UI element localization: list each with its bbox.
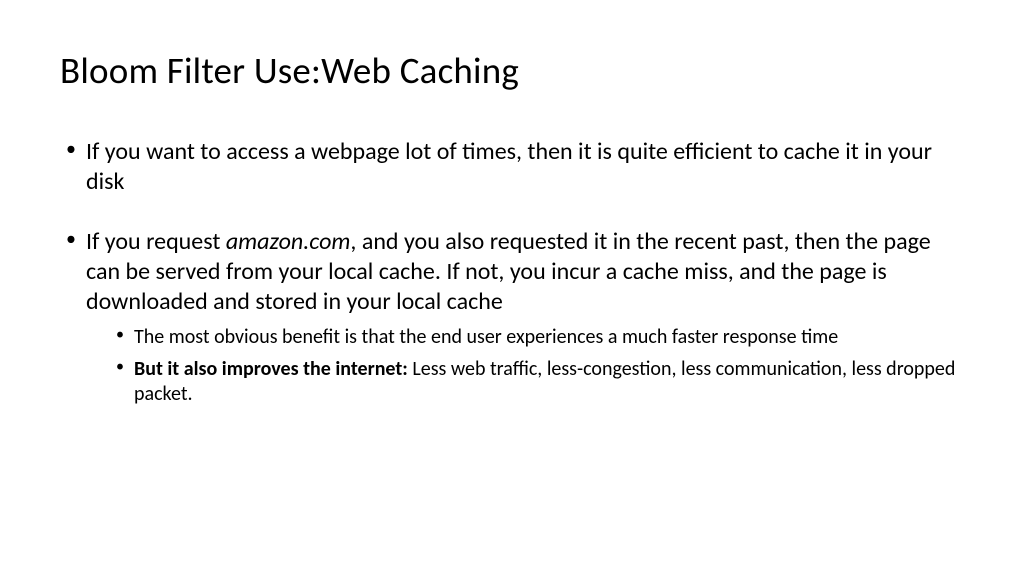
list-item: If you want to access a webpage lot of t… bbox=[60, 137, 964, 197]
bullet-text-pre: If you request bbox=[86, 227, 226, 256]
sub-bullet-list: The most obvious benefit is that the end… bbox=[86, 325, 964, 408]
bullet-list: If you want to access a webpage lot of t… bbox=[60, 137, 964, 408]
list-item: If you request amazon.com, and you also … bbox=[60, 227, 964, 408]
list-item: But it also improves the internet: Less … bbox=[112, 357, 964, 408]
sub-bullet-bold: But it also improves the internet: bbox=[134, 357, 412, 381]
sub-bullet-text: The most obvious benefit is that the end… bbox=[134, 325, 838, 349]
bullet-text: If you want to access a webpage lot of t… bbox=[86, 137, 932, 196]
list-item: The most obvious benefit is that the end… bbox=[112, 325, 964, 351]
bullet-text-emphasis: amazon.com bbox=[226, 227, 351, 256]
slide-title: Bloom Filter Use:Web Caching bbox=[60, 48, 964, 93]
